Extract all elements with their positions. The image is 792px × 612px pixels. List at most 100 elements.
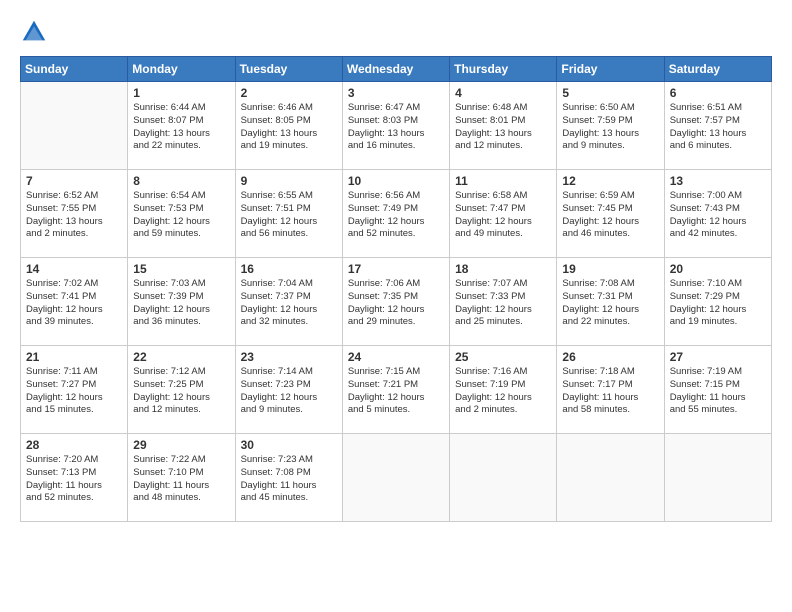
day-number: 24 xyxy=(348,350,444,364)
day-info: Sunrise: 6:52 AM Sunset: 7:55 PM Dayligh… xyxy=(26,190,122,241)
calendar-cell: 11 Sunrise: 6:58 AM Sunset: 7:47 PM Dayli… xyxy=(450,170,557,258)
calendar-cell: 13 Sunrise: 7:00 AM Sunset: 7:43 PM Dayli… xyxy=(664,170,771,258)
calendar-cell: 4 Sunrise: 6:48 AM Sunset: 8:01 PM Daylig… xyxy=(450,82,557,170)
day-number: 3 xyxy=(348,86,444,100)
day-info: Sunrise: 7:22 AM Sunset: 7:10 PM Dayligh… xyxy=(133,454,229,505)
calendar-week-row: 28 Sunrise: 7:20 AM Sunset: 7:13 PM Dayli… xyxy=(21,434,772,522)
calendar-cell: 6 Sunrise: 6:51 AM Sunset: 7:57 PM Daylig… xyxy=(664,82,771,170)
calendar-cell: 16 Sunrise: 7:04 AM Sunset: 7:37 PM Dayli… xyxy=(235,258,342,346)
day-info: Sunrise: 6:56 AM Sunset: 7:49 PM Dayligh… xyxy=(348,190,444,241)
calendar-cell: 10 Sunrise: 6:56 AM Sunset: 7:49 PM Dayli… xyxy=(342,170,449,258)
day-info: Sunrise: 6:44 AM Sunset: 8:07 PM Dayligh… xyxy=(133,102,229,153)
day-number: 28 xyxy=(26,438,122,452)
day-number: 6 xyxy=(670,86,766,100)
day-number: 10 xyxy=(348,174,444,188)
calendar-cell: 5 Sunrise: 6:50 AM Sunset: 7:59 PM Daylig… xyxy=(557,82,664,170)
day-info: Sunrise: 6:58 AM Sunset: 7:47 PM Dayligh… xyxy=(455,190,551,241)
calendar-cell: 19Sunrise: 7:08 AM Sunset: 7:31 PM Dayli… xyxy=(557,258,664,346)
day-number: 5 xyxy=(562,86,658,100)
col-wednesday: Wednesday xyxy=(342,57,449,82)
calendar-cell: 15 Sunrise: 7:03 AM Sunset: 7:39 PM Dayli… xyxy=(128,258,235,346)
day-info: Sunrise: 6:50 AM Sunset: 7:59 PM Dayligh… xyxy=(562,102,658,153)
day-info: Sunrise: 6:47 AM Sunset: 8:03 PM Dayligh… xyxy=(348,102,444,153)
day-info: Sunrise: 7:19 AM Sunset: 7:15 PM Dayligh… xyxy=(670,366,766,417)
day-number: 13 xyxy=(670,174,766,188)
col-sunday: Sunday xyxy=(21,57,128,82)
day-info: Sunrise: 7:14 AM Sunset: 7:23 PM Dayligh… xyxy=(241,366,337,417)
calendar-week-row: 21 Sunrise: 7:11 AM Sunset: 7:27 PM Dayli… xyxy=(21,346,772,434)
calendar-cell: 14Sunrise: 7:02 AM Sunset: 7:41 PM Dayli… xyxy=(21,258,128,346)
day-info: Sunrise: 6:46 AM Sunset: 8:05 PM Dayligh… xyxy=(241,102,337,153)
day-number: 16 xyxy=(241,262,337,276)
calendar-cell: 20Sunrise: 7:10 AM Sunset: 7:29 PM Dayli… xyxy=(664,258,771,346)
day-info: Sunrise: 7:11 AM Sunset: 7:27 PM Dayligh… xyxy=(26,366,122,417)
day-info: Sunrise: 6:55 AM Sunset: 7:51 PM Dayligh… xyxy=(241,190,337,241)
day-info: Sunrise: 6:51 AM Sunset: 7:57 PM Dayligh… xyxy=(670,102,766,153)
calendar-cell xyxy=(342,434,449,522)
calendar-cell: 3 Sunrise: 6:47 AM Sunset: 8:03 PM Daylig… xyxy=(342,82,449,170)
col-monday: Monday xyxy=(128,57,235,82)
day-number: 12 xyxy=(562,174,658,188)
calendar-cell: 25Sunrise: 7:16 AM Sunset: 7:19 PM Dayli… xyxy=(450,346,557,434)
col-friday: Friday xyxy=(557,57,664,82)
calendar-table: Sunday Monday Tuesday Wednesday Thursday… xyxy=(20,56,772,522)
page: Sunday Monday Tuesday Wednesday Thursday… xyxy=(0,0,792,532)
calendar-cell xyxy=(21,82,128,170)
calendar-cell: 29 Sunrise: 7:22 AM Sunset: 7:10 PM Dayli… xyxy=(128,434,235,522)
day-number: 8 xyxy=(133,174,229,188)
day-info: Sunrise: 7:07 AM Sunset: 7:33 PM Dayligh… xyxy=(455,278,551,329)
day-info: Sunrise: 6:48 AM Sunset: 8:01 PM Dayligh… xyxy=(455,102,551,153)
calendar-cell xyxy=(557,434,664,522)
day-info: Sunrise: 7:18 AM Sunset: 7:17 PM Dayligh… xyxy=(562,366,658,417)
day-info: Sunrise: 7:20 AM Sunset: 7:13 PM Dayligh… xyxy=(26,454,122,505)
day-info: Sunrise: 7:15 AM Sunset: 7:21 PM Dayligh… xyxy=(348,366,444,417)
calendar-cell: 2 Sunrise: 6:46 AM Sunset: 8:05 PM Daylig… xyxy=(235,82,342,170)
day-number: 18 xyxy=(455,262,551,276)
day-number: 29 xyxy=(133,438,229,452)
calendar-cell: 22Sunrise: 7:12 AM Sunset: 7:25 PM Dayli… xyxy=(128,346,235,434)
col-thursday: Thursday xyxy=(450,57,557,82)
calendar-cell: 8Sunrise: 6:54 AM Sunset: 7:53 PM Daylig… xyxy=(128,170,235,258)
day-info: Sunrise: 7:00 AM Sunset: 7:43 PM Dayligh… xyxy=(670,190,766,241)
day-info: Sunrise: 7:03 AM Sunset: 7:39 PM Dayligh… xyxy=(133,278,229,329)
calendar-cell: 27 Sunrise: 7:19 AM Sunset: 7:15 PM Dayli… xyxy=(664,346,771,434)
day-number: 17 xyxy=(348,262,444,276)
day-number: 21 xyxy=(26,350,122,364)
calendar-header-row: Sunday Monday Tuesday Wednesday Thursday… xyxy=(21,57,772,82)
calendar-cell: 28 Sunrise: 7:20 AM Sunset: 7:13 PM Dayli… xyxy=(21,434,128,522)
day-number: 11 xyxy=(455,174,551,188)
calendar-week-row: 14Sunrise: 7:02 AM Sunset: 7:41 PM Dayli… xyxy=(21,258,772,346)
day-number: 2 xyxy=(241,86,337,100)
day-number: 25 xyxy=(455,350,551,364)
day-number: 26 xyxy=(562,350,658,364)
day-info: Sunrise: 6:59 AM Sunset: 7:45 PM Dayligh… xyxy=(562,190,658,241)
calendar-cell: 17 Sunrise: 7:06 AM Sunset: 7:35 PM Dayli… xyxy=(342,258,449,346)
calendar-cell xyxy=(664,434,771,522)
day-number: 30 xyxy=(241,438,337,452)
calendar-cell: 23 Sunrise: 7:14 AM Sunset: 7:23 PM Dayli… xyxy=(235,346,342,434)
calendar-cell: 21 Sunrise: 7:11 AM Sunset: 7:27 PM Dayli… xyxy=(21,346,128,434)
col-tuesday: Tuesday xyxy=(235,57,342,82)
calendar-cell: 18 Sunrise: 7:07 AM Sunset: 7:33 PM Dayli… xyxy=(450,258,557,346)
calendar-cell: 30 Sunrise: 7:23 AM Sunset: 7:08 PM Dayli… xyxy=(235,434,342,522)
day-info: Sunrise: 7:08 AM Sunset: 7:31 PM Dayligh… xyxy=(562,278,658,329)
day-info: Sunrise: 7:23 AM Sunset: 7:08 PM Dayligh… xyxy=(241,454,337,505)
logo-area xyxy=(20,18,52,46)
day-info: Sunrise: 7:12 AM Sunset: 7:25 PM Dayligh… xyxy=(133,366,229,417)
day-number: 4 xyxy=(455,86,551,100)
calendar-cell xyxy=(450,434,557,522)
col-saturday: Saturday xyxy=(664,57,771,82)
day-info: Sunrise: 7:04 AM Sunset: 7:37 PM Dayligh… xyxy=(241,278,337,329)
day-number: 15 xyxy=(133,262,229,276)
day-number: 9 xyxy=(241,174,337,188)
calendar-cell: 1Sunrise: 6:44 AM Sunset: 8:07 PM Daylig… xyxy=(128,82,235,170)
day-number: 27 xyxy=(670,350,766,364)
calendar-cell: 24 Sunrise: 7:15 AM Sunset: 7:21 PM Dayli… xyxy=(342,346,449,434)
day-info: Sunrise: 7:06 AM Sunset: 7:35 PM Dayligh… xyxy=(348,278,444,329)
calendar-week-row: 1Sunrise: 6:44 AM Sunset: 8:07 PM Daylig… xyxy=(21,82,772,170)
calendar-cell: 12 Sunrise: 6:59 AM Sunset: 7:45 PM Dayli… xyxy=(557,170,664,258)
calendar-cell: 7 Sunrise: 6:52 AM Sunset: 7:55 PM Daylig… xyxy=(21,170,128,258)
day-number: 7 xyxy=(26,174,122,188)
day-number: 23 xyxy=(241,350,337,364)
day-number: 20 xyxy=(670,262,766,276)
